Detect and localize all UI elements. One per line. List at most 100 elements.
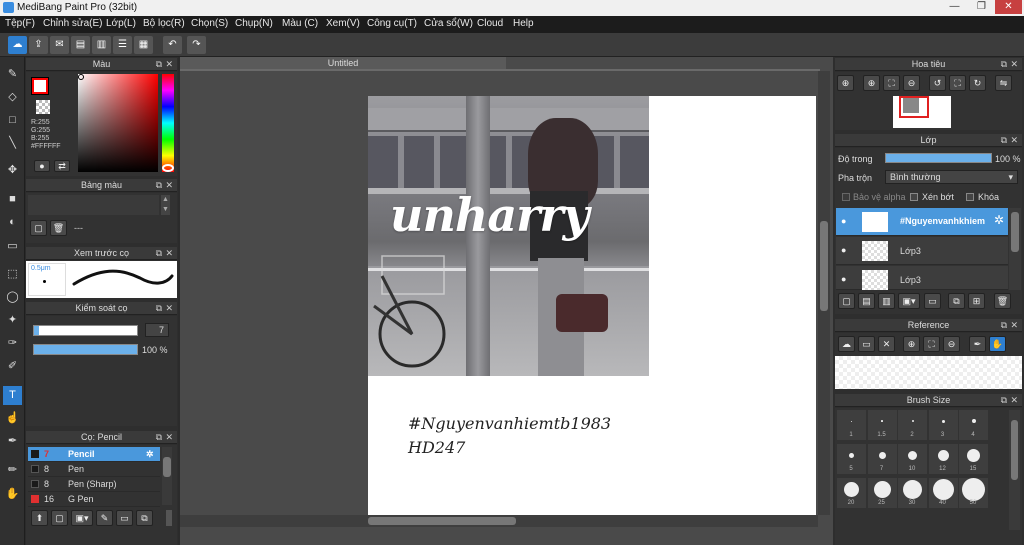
popout-icon[interactable]: ⧉ xyxy=(156,431,162,444)
brush-menu-icon[interactable]: ▣▾ xyxy=(71,510,93,526)
lock-checkbox[interactable] xyxy=(966,193,974,201)
zoom-in-icon[interactable]: ⊕ xyxy=(837,75,854,91)
palette-scrollbar[interactable]: ▲ ▼ xyxy=(161,195,170,215)
canvas-vertical-scrollbar[interactable] xyxy=(818,71,830,515)
brush-size-scrollbar[interactable] xyxy=(1009,410,1020,530)
page-icon[interactable]: ▥ xyxy=(92,36,111,54)
text-tool-icon[interactable]: T xyxy=(3,386,22,405)
hand-icon[interactable]: ✋ xyxy=(989,336,1006,352)
brush-size-cell[interactable]: 25 xyxy=(867,478,897,508)
brush-size-cell[interactable]: 2 xyxy=(898,410,927,440)
close-panel-icon[interactable]: ✕ xyxy=(1010,319,1018,332)
eye-icon[interactable]: ● xyxy=(841,216,846,226)
menu-view[interactable]: Xem(V) xyxy=(326,18,360,29)
popout-icon[interactable]: ⧉ xyxy=(1001,394,1007,407)
gear-icon[interactable]: ✲ xyxy=(994,213,1004,227)
close-panel-icon[interactable]: ✕ xyxy=(165,431,173,444)
gear-icon[interactable]: ✲ xyxy=(146,447,154,461)
brush-size-cell[interactable]: 15 xyxy=(959,444,988,474)
brush-size-cell[interactable]: 3 xyxy=(928,410,958,440)
close-panel-icon[interactable]: ✕ xyxy=(1010,134,1018,147)
magic-wand-icon[interactable]: ✦ xyxy=(3,311,22,330)
scroll-thumb[interactable] xyxy=(1011,212,1019,252)
merge-layer-icon[interactable]: ⊞ xyxy=(968,293,985,309)
color-mode-button[interactable]: ● xyxy=(34,160,50,172)
edit-brush-icon[interactable]: ✎ xyxy=(96,510,113,526)
select-rect-tool-icon[interactable]: ⬚ xyxy=(3,265,22,284)
zoom-in-icon[interactable]: ⊕ xyxy=(903,336,920,352)
bucket-tool-icon[interactable]: ◐ xyxy=(3,213,22,232)
lasso-tool-icon[interactable]: ◯ xyxy=(3,288,22,307)
close-panel-icon[interactable]: ✕ xyxy=(165,302,173,315)
flip-icon[interactable]: ⇋ xyxy=(995,75,1012,91)
menu-color[interactable]: Màu (C) xyxy=(282,18,318,29)
brush-size-cell[interactable]: 20 xyxy=(837,478,866,508)
brush-list-scrollbar[interactable] xyxy=(162,447,172,505)
grid-icon[interactable]: ▦ xyxy=(134,36,153,54)
layer-row-2[interactable]: ● Lớp3 xyxy=(836,237,1008,265)
eye-icon[interactable]: ● xyxy=(841,245,846,255)
blend-mode-select[interactable]: Bình thường ▾ xyxy=(885,170,1018,184)
brush-size-cell[interactable]: 12 xyxy=(928,444,958,474)
menu-file[interactable]: Tệp(F) xyxy=(5,18,35,29)
select-pen-icon[interactable]: ✑ xyxy=(3,334,22,353)
gradient-tool-icon[interactable]: ▭ xyxy=(3,237,22,256)
list-icon[interactable]: ☰ xyxy=(113,36,132,54)
folder-icon[interactable]: ▭ xyxy=(116,510,133,526)
fit-icon[interactable]: ⛶ xyxy=(883,75,900,91)
navigator-viewport[interactable] xyxy=(899,96,929,118)
menu-window[interactable]: Cửa sổ(W) xyxy=(424,18,473,29)
brush-size-slider[interactable] xyxy=(33,325,138,336)
brush-tool-icon[interactable]: ✎ xyxy=(3,65,22,84)
close-reference-icon[interactable]: ✕ xyxy=(878,336,895,352)
menu-layer[interactable]: Lớp(L) xyxy=(106,18,136,29)
rotate-right-icon[interactable]: ↻ xyxy=(969,75,986,91)
navigator-thumbnail[interactable] xyxy=(893,96,951,128)
scroll-thumb[interactable] xyxy=(1011,420,1018,480)
folder-icon[interactable]: ▭ xyxy=(924,293,941,309)
secondary-color-swatch[interactable] xyxy=(36,100,50,114)
brush-size-cell[interactable]: 5 xyxy=(837,444,866,474)
zoom-out-icon[interactable]: ⊖ xyxy=(943,336,960,352)
scroll-thumb[interactable] xyxy=(163,457,171,477)
select-eraser-icon[interactable]: ✐ xyxy=(3,357,22,376)
brush-item-pencil[interactable]: 7 Pencil ✲ xyxy=(28,447,160,462)
move-tool-icon[interactable]: ✥ xyxy=(3,161,22,180)
brush-size-value[interactable]: 7 xyxy=(145,323,169,337)
maximize-button[interactable]: ❐ xyxy=(968,0,995,14)
line-tool-icon[interactable]: ╲ xyxy=(3,134,22,153)
close-panel-icon[interactable]: ✕ xyxy=(1010,394,1018,407)
popout-icon[interactable]: ⧉ xyxy=(1001,58,1007,71)
delete-layer-icon[interactable]: 🗑 xyxy=(994,293,1011,309)
brush-list-resize[interactable] xyxy=(166,510,172,526)
brush-size-cell[interactable]: 4 xyxy=(959,410,988,440)
folder-open-icon[interactable]: ▭ xyxy=(858,336,875,352)
hue-handle[interactable] xyxy=(162,164,174,172)
eye-icon[interactable]: ● xyxy=(841,274,846,284)
eyedropper-icon[interactable]: ✒ xyxy=(969,336,986,352)
operation-tool-icon[interactable]: ☝ xyxy=(3,409,22,428)
brush-size-cell[interactable]: 7 xyxy=(867,444,897,474)
add-brush-icon[interactable]: ⬆ xyxy=(31,510,48,526)
menu-tools[interactable]: Công cụ(T) xyxy=(367,18,417,29)
add-layer-menu-icon[interactable]: ▣▾ xyxy=(898,293,920,309)
close-panel-icon[interactable]: ✕ xyxy=(1010,58,1018,71)
undo-icon[interactable]: ↶ xyxy=(163,36,182,54)
duplicate-layer-icon[interactable]: ⧉ xyxy=(948,293,965,309)
duplicate-icon[interactable]: ⧉ xyxy=(136,510,153,526)
new-layer-icon[interactable]: ▢ xyxy=(838,293,855,309)
cloud-icon[interactable]: ☁ xyxy=(8,36,27,54)
menu-cloud[interactable]: Cloud xyxy=(477,18,503,29)
menu-help[interactable]: Help xyxy=(513,18,534,29)
hscroll-thumb[interactable] xyxy=(368,517,516,525)
brush-size-cell[interactable]: 40 xyxy=(928,478,958,508)
popout-icon[interactable]: ⧉ xyxy=(156,302,162,315)
dot-tool-icon[interactable]: □ xyxy=(3,111,22,130)
menu-capture[interactable]: Chụp(N) xyxy=(235,18,273,29)
popout-icon[interactable]: ⧉ xyxy=(1001,134,1007,147)
pen-tool-icon[interactable]: ✏ xyxy=(3,461,22,480)
vscroll-thumb[interactable] xyxy=(820,221,828,311)
hue-slider[interactable] xyxy=(162,74,174,172)
redo-icon[interactable]: ↷ xyxy=(187,36,206,54)
new-palette-icon[interactable]: ▢ xyxy=(30,220,47,236)
